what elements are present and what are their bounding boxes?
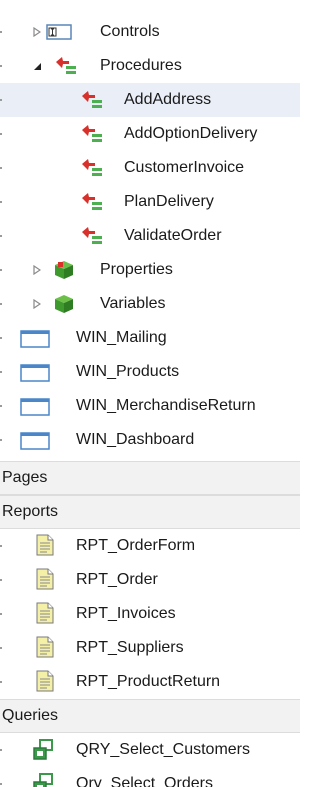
tree-node-procedures[interactable]: Procedures bbox=[0, 49, 300, 83]
tree-node-report[interactable]: RPT_ProductReturn bbox=[0, 665, 300, 699]
tree-line-dot bbox=[0, 303, 2, 305]
expand-arrow-icon[interactable] bbox=[32, 264, 42, 276]
properties-icon bbox=[54, 260, 76, 285]
window-icon bbox=[20, 432, 50, 455]
tree-line-dot bbox=[0, 371, 2, 373]
tree-node-label: RPT_OrderForm bbox=[76, 537, 196, 554]
collapse-arrow-icon[interactable] bbox=[32, 60, 42, 72]
window-icon bbox=[20, 364, 50, 387]
tree-line-dot bbox=[0, 133, 2, 135]
tree-node-procedure[interactable]: AddOptionDelivery bbox=[0, 117, 300, 151]
tree-node-procedure[interactable]: AddAddress bbox=[0, 83, 300, 117]
tree-line-dot bbox=[0, 201, 2, 203]
tree-node-variables[interactable]: Variables bbox=[0, 287, 300, 321]
tree-node-label: Controls bbox=[100, 23, 160, 40]
tree-node-label: RPT_Invoices bbox=[76, 605, 176, 622]
tree-node-report[interactable]: RPT_Invoices bbox=[0, 597, 300, 631]
query-icon bbox=[32, 739, 54, 766]
tree-node-label: CustomerInvoice bbox=[124, 159, 245, 176]
tree-line-dot bbox=[0, 269, 2, 271]
tree-line-dot bbox=[0, 439, 2, 441]
section-label: Reports bbox=[2, 503, 59, 520]
tree-node-window[interactable]: WIN_MerchandiseReturn bbox=[0, 389, 300, 423]
window-icon bbox=[20, 398, 50, 421]
tree-node-label: AddAddress bbox=[124, 91, 212, 108]
tree-node-label: QRY_Select_Customers bbox=[76, 741, 250, 758]
tree-node-label: RPT_ProductReturn bbox=[76, 673, 221, 690]
section-header-queries[interactable]: Queries bbox=[0, 699, 300, 733]
procedure-icon bbox=[80, 90, 106, 115]
tree-node-label: AddOptionDelivery bbox=[124, 125, 258, 142]
tree-node-label: WIN_Dashboard bbox=[76, 431, 195, 448]
report-icon bbox=[36, 636, 54, 663]
tree-line-dot bbox=[0, 235, 2, 237]
tree-node-procedure[interactable]: ValidateOrder bbox=[0, 219, 300, 253]
control-icon bbox=[46, 23, 72, 46]
tree-node-label: Variables bbox=[100, 295, 166, 312]
tree-line-dot bbox=[0, 545, 2, 547]
report-icon bbox=[36, 534, 54, 561]
report-icon bbox=[36, 568, 54, 595]
tree-node-window[interactable]: WIN_Mailing bbox=[0, 321, 300, 355]
expand-arrow-icon[interactable] bbox=[32, 26, 42, 38]
procedure-icon bbox=[80, 124, 106, 149]
tree-node-label: RPT_Order bbox=[76, 571, 158, 588]
report-icon bbox=[36, 602, 54, 629]
section-label: Queries bbox=[2, 707, 59, 724]
tree-line-dot bbox=[0, 749, 2, 751]
tree-node-query[interactable]: Qry_Select_Orders bbox=[0, 767, 300, 787]
window-icon bbox=[20, 330, 50, 353]
tree-node-label: Procedures bbox=[100, 57, 182, 74]
tree-node-procedure[interactable]: CustomerInvoice bbox=[0, 151, 300, 185]
tree-line-dot bbox=[0, 681, 2, 683]
tree-line-dot bbox=[0, 647, 2, 649]
tree-node-window[interactable]: WIN_Dashboard bbox=[0, 423, 300, 457]
tree-node-controls[interactable]: Controls bbox=[0, 15, 300, 49]
procedure-icon bbox=[80, 158, 106, 183]
query-icon bbox=[32, 773, 54, 787]
variables-icon bbox=[54, 294, 76, 319]
tree-line-dot bbox=[0, 167, 2, 169]
report-icon bbox=[36, 670, 54, 697]
tree-node-query[interactable]: QRY_Select_Customers bbox=[0, 733, 300, 767]
procedure-icon bbox=[80, 226, 106, 251]
tree-line-dot bbox=[0, 65, 2, 67]
section-header-reports[interactable]: Reports bbox=[0, 495, 300, 529]
tree-line-dot bbox=[0, 31, 2, 33]
tree-node-label: RPT_Suppliers bbox=[76, 639, 184, 656]
tree-node-label: Properties bbox=[100, 261, 173, 278]
procedures-icon bbox=[54, 56, 80, 81]
tree-node-report[interactable]: RPT_Suppliers bbox=[0, 631, 300, 665]
tree-node-label: PlanDelivery bbox=[124, 193, 214, 210]
tree-node-label: Qry_Select_Orders bbox=[76, 775, 213, 787]
tree-line-dot bbox=[0, 337, 2, 339]
tree-node-properties[interactable]: Properties bbox=[0, 253, 300, 287]
tree-line-dot bbox=[0, 613, 2, 615]
tree-node-report[interactable]: RPT_Order bbox=[0, 563, 300, 597]
section-header-pages[interactable]: Pages bbox=[0, 461, 300, 495]
tree-line-dot bbox=[0, 579, 2, 581]
procedure-icon bbox=[80, 192, 106, 217]
tree-line-dot bbox=[0, 405, 2, 407]
tree-line-dot bbox=[0, 783, 2, 785]
tree-node-label: WIN_MerchandiseReturn bbox=[76, 397, 256, 414]
tree-node-label: ValidateOrder bbox=[124, 227, 222, 244]
tree-node-label: WIN_Mailing bbox=[76, 329, 167, 346]
tree-node-report[interactable]: RPT_OrderForm bbox=[0, 529, 300, 563]
project-explorer-tree: Controls Procedures AddAddress AddOption… bbox=[0, 0, 300, 787]
expand-arrow-icon[interactable] bbox=[32, 298, 42, 310]
tree-node-window[interactable]: WIN_Products bbox=[0, 355, 300, 389]
tree-node-label: WIN_Products bbox=[76, 363, 180, 380]
tree-node-procedure[interactable]: PlanDelivery bbox=[0, 185, 300, 219]
tree-line-dot bbox=[0, 99, 2, 101]
section-label: Pages bbox=[2, 469, 48, 486]
